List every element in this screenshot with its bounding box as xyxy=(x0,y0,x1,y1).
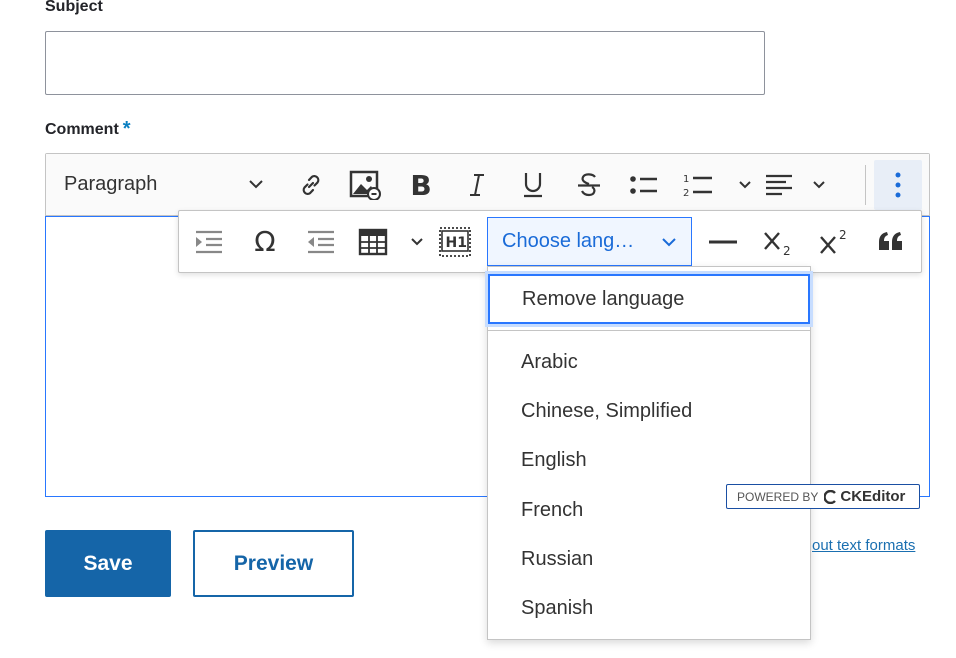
ckeditor-brand: CKEditor xyxy=(840,488,906,505)
language-option-french[interactable]: French xyxy=(521,496,583,524)
strikethrough-icon xyxy=(576,171,602,199)
chevron-down-icon xyxy=(410,237,424,247)
svg-text:2: 2 xyxy=(839,228,847,242)
insert-table-button[interactable] xyxy=(358,224,424,260)
underline-button[interactable] xyxy=(516,166,550,204)
subject-label: Subject xyxy=(45,0,103,15)
chevron-down-icon xyxy=(661,237,677,247)
powered-by-label: POWERED BY xyxy=(737,489,819,504)
bold-button[interactable]: B xyxy=(404,166,438,204)
bold-icon: B xyxy=(410,168,432,202)
comment-label: Comment xyxy=(45,120,119,138)
link-icon xyxy=(298,172,324,198)
svg-text:1: 1 xyxy=(683,174,689,185)
language-option-english[interactable]: English xyxy=(521,446,587,474)
indent-icon xyxy=(194,229,224,255)
subscript-button[interactable]: 2 xyxy=(758,224,798,260)
subject-input[interactable] xyxy=(45,31,765,95)
italic-button[interactable] xyxy=(460,166,494,204)
special-characters-button[interactable]: Ω xyxy=(246,224,284,260)
language-dropdown[interactable]: Choose lang… xyxy=(487,217,692,266)
special-characters-icon: Ω xyxy=(254,225,276,258)
subscript-icon: 2 xyxy=(761,227,795,257)
alignment-icon xyxy=(764,173,794,197)
outdent-icon xyxy=(306,229,336,255)
heading-h1-icon: H1 xyxy=(438,226,472,258)
toolbar-separator xyxy=(865,165,866,205)
remove-language-label: Remove language xyxy=(522,287,685,310)
language-option-chinese-simplified[interactable]: Chinese, Simplified xyxy=(521,397,692,425)
bulleted-list-button[interactable] xyxy=(626,166,662,204)
svg-text:H1: H1 xyxy=(446,235,467,251)
comment-label-row: Comment * xyxy=(45,118,131,141)
svg-text:2: 2 xyxy=(683,188,689,199)
underline-icon xyxy=(521,171,545,199)
blockquote-button[interactable] xyxy=(872,224,910,260)
menu-separator xyxy=(488,330,810,331)
superscript-button[interactable]: 2 xyxy=(814,224,854,260)
heading-dropdown[interactable]: Paragraph xyxy=(54,164,274,204)
bulleted-list-icon xyxy=(629,173,659,197)
alignment-button[interactable] xyxy=(764,166,826,204)
about-text-formats-link[interactable]: out text formats xyxy=(812,537,915,554)
blockquote-icon xyxy=(877,230,905,254)
table-icon xyxy=(358,228,388,256)
numbered-list-button[interactable]: 12 xyxy=(682,166,752,204)
chevron-down-icon xyxy=(248,179,264,189)
preview-button[interactable]: Preview xyxy=(193,530,354,597)
horizontal-line-icon xyxy=(708,239,738,245)
powered-by-badge[interactable]: POWERED BY CKEditor xyxy=(726,484,920,509)
more-vertical-icon xyxy=(894,171,902,199)
language-option-spanish[interactable]: Spanish xyxy=(521,594,593,622)
chevron-down-icon xyxy=(812,180,826,190)
horizontal-line-button[interactable] xyxy=(704,224,742,260)
heading-dropdown-value: Paragraph xyxy=(64,172,158,195)
heading-h1-button[interactable]: H1 xyxy=(436,224,474,260)
image-icon xyxy=(349,170,381,200)
save-button[interactable]: Save xyxy=(45,530,171,597)
superscript-icon: 2 xyxy=(817,227,851,257)
svg-text:2: 2 xyxy=(783,244,791,257)
strikethrough-button[interactable] xyxy=(572,166,606,204)
numbered-list-icon: 12 xyxy=(682,171,714,199)
language-option-russian[interactable]: Russian xyxy=(521,545,593,573)
indent-button[interactable] xyxy=(190,224,228,260)
required-mark: * xyxy=(122,118,131,140)
language-dropdown-label: Choose lang… xyxy=(502,230,635,252)
image-button[interactable] xyxy=(346,166,384,204)
language-option-arabic[interactable]: Arabic xyxy=(521,348,578,376)
remove-language-option[interactable]: Remove language xyxy=(488,274,810,324)
link-button[interactable] xyxy=(294,167,328,203)
show-more-items-button[interactable] xyxy=(874,160,922,210)
chevron-down-icon xyxy=(738,180,752,190)
ckeditor-logo-icon xyxy=(824,489,838,504)
outdent-button[interactable] xyxy=(302,224,340,260)
italic-icon xyxy=(467,172,487,198)
